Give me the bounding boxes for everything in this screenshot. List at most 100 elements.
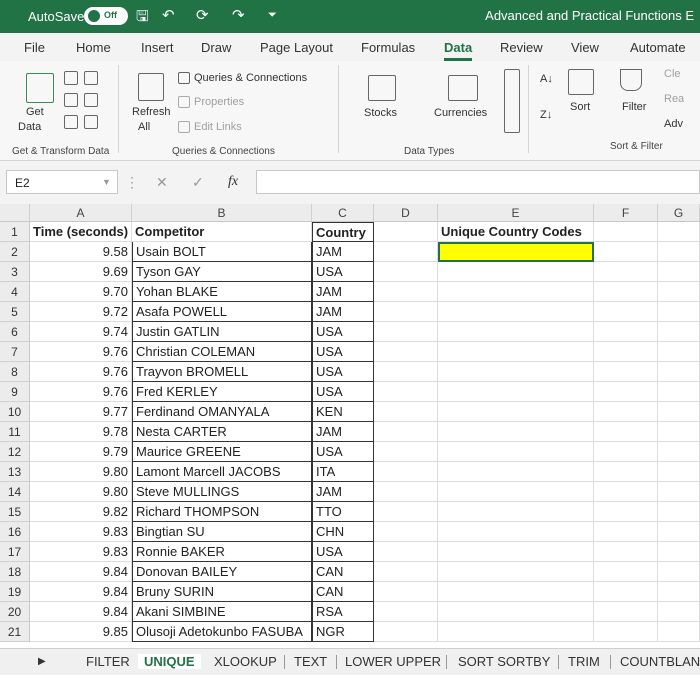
competitor-cell[interactable]: Bingtian SU [132,522,312,542]
header-unique-country-codes[interactable]: Unique Country Codes [438,222,594,242]
cell[interactable] [594,522,658,542]
time-cell[interactable]: 9.69 [30,262,132,282]
cell[interactable] [658,622,700,642]
country-cell[interactable]: TTO [312,502,374,522]
country-cell[interactable]: JAM [312,482,374,502]
cell[interactable] [438,262,594,282]
cell[interactable] [438,382,594,402]
row-header[interactable]: 5 [0,302,30,322]
cell[interactable] [374,482,438,502]
row-header[interactable]: 11 [0,422,30,442]
cell[interactable] [658,262,700,282]
cell[interactable] [658,502,700,522]
cell[interactable] [594,342,658,362]
column-header-e[interactable]: E [438,204,594,222]
time-cell[interactable]: 9.84 [30,602,132,622]
time-cell[interactable]: 9.74 [30,322,132,342]
cell[interactable] [594,502,658,522]
column-header-c[interactable]: C [312,204,374,222]
row-header[interactable]: 4 [0,282,30,302]
country-cell[interactable]: USA [312,542,374,562]
country-cell[interactable]: USA [312,262,374,282]
cell[interactable] [374,242,438,262]
cell[interactable] [594,302,658,322]
column-header-d[interactable]: D [374,204,438,222]
row-header[interactable]: 16 [0,522,30,542]
formula-input[interactable] [256,170,700,194]
cell[interactable] [374,382,438,402]
cell[interactable] [374,622,438,642]
from-table-icon[interactable] [64,93,78,107]
competitor-cell[interactable]: Olusoji Adetokunbo FASUBA [132,622,312,642]
country-cell[interactable]: JAM [312,422,374,442]
cell[interactable] [658,282,700,302]
cell[interactable] [594,362,658,382]
cell[interactable] [374,502,438,522]
cell[interactable] [438,502,594,522]
time-cell[interactable]: 9.82 [30,502,132,522]
scroll-tabs-icon[interactable]: ▶ [38,656,46,667]
row-header[interactable]: 9 [0,382,30,402]
row-header[interactable]: 3 [0,262,30,282]
insert-function-icon[interactable]: fx [228,174,238,190]
drag-handle-icon[interactable]: ⋮ [125,174,139,191]
from-text-icon[interactable] [64,71,78,85]
cell[interactable] [374,282,438,302]
header-competitor[interactable]: Competitor [132,222,312,242]
sheet-tab-countblank[interactable]: COUNTBLAN [620,654,700,669]
undo-icon[interactable]: ↶ [162,6,175,24]
cell[interactable] [438,282,594,302]
cell[interactable] [374,422,438,442]
row-header[interactable]: 10 [0,402,30,422]
cell[interactable] [438,342,594,362]
cell[interactable] [438,582,594,602]
sheet-tab-xlookup[interactable]: XLOOKUP [214,654,277,669]
cell[interactable] [374,462,438,482]
enter-icon[interactable]: ✓ [192,174,204,191]
cell[interactable] [658,542,700,562]
existing-connections-icon[interactable] [64,115,78,129]
cell[interactable] [438,362,594,382]
tab-formulas[interactable]: Formulas [361,40,415,55]
cell[interactable] [594,562,658,582]
cell[interactable] [374,262,438,282]
competitor-cell[interactable]: Trayvon BROMELL [132,362,312,382]
advanced-button[interactable]: Adv [664,118,683,130]
country-cell[interactable]: KEN [312,402,374,422]
cell[interactable] [374,442,438,462]
time-cell[interactable]: 9.72 [30,302,132,322]
cell[interactable] [438,542,594,562]
selected-cell-e2[interactable] [438,242,594,262]
competitor-cell[interactable]: Yohan BLAKE [132,282,312,302]
reapply-button[interactable]: Rea [664,93,684,105]
time-cell[interactable]: 9.80 [30,462,132,482]
cell[interactable] [438,602,594,622]
column-header-f[interactable]: F [594,204,658,222]
cell[interactable] [658,222,700,242]
cell[interactable] [658,582,700,602]
cell[interactable] [594,442,658,462]
country-cell[interactable]: USA [312,442,374,462]
competitor-cell[interactable]: Steve MULLINGS [132,482,312,502]
cell[interactable] [438,322,594,342]
cell[interactable] [658,522,700,542]
cell[interactable] [374,302,438,322]
time-cell[interactable]: 9.76 [30,342,132,362]
cell[interactable] [374,362,438,382]
tab-view[interactable]: View [571,40,599,55]
competitor-cell[interactable]: Lamont Marcell JACOBS [132,462,312,482]
country-cell[interactable]: JAM [312,302,374,322]
country-cell[interactable]: NGR [312,622,374,642]
clear-button[interactable]: Cle [664,68,681,80]
row-header[interactable]: 17 [0,542,30,562]
competitor-cell[interactable]: Christian COLEMAN [132,342,312,362]
cell[interactable] [658,482,700,502]
save-icon[interactable]: 🖫 [136,6,149,31]
country-cell[interactable]: CAN [312,582,374,602]
header-country[interactable]: Country [312,222,374,242]
row-header[interactable]: 2 [0,242,30,262]
customize-qat-icon[interactable]: ⏷ [268,9,277,22]
competitor-cell[interactable]: Bruny SURIN [132,582,312,602]
competitor-cell[interactable]: Nesta CARTER [132,422,312,442]
cell[interactable] [594,222,658,242]
